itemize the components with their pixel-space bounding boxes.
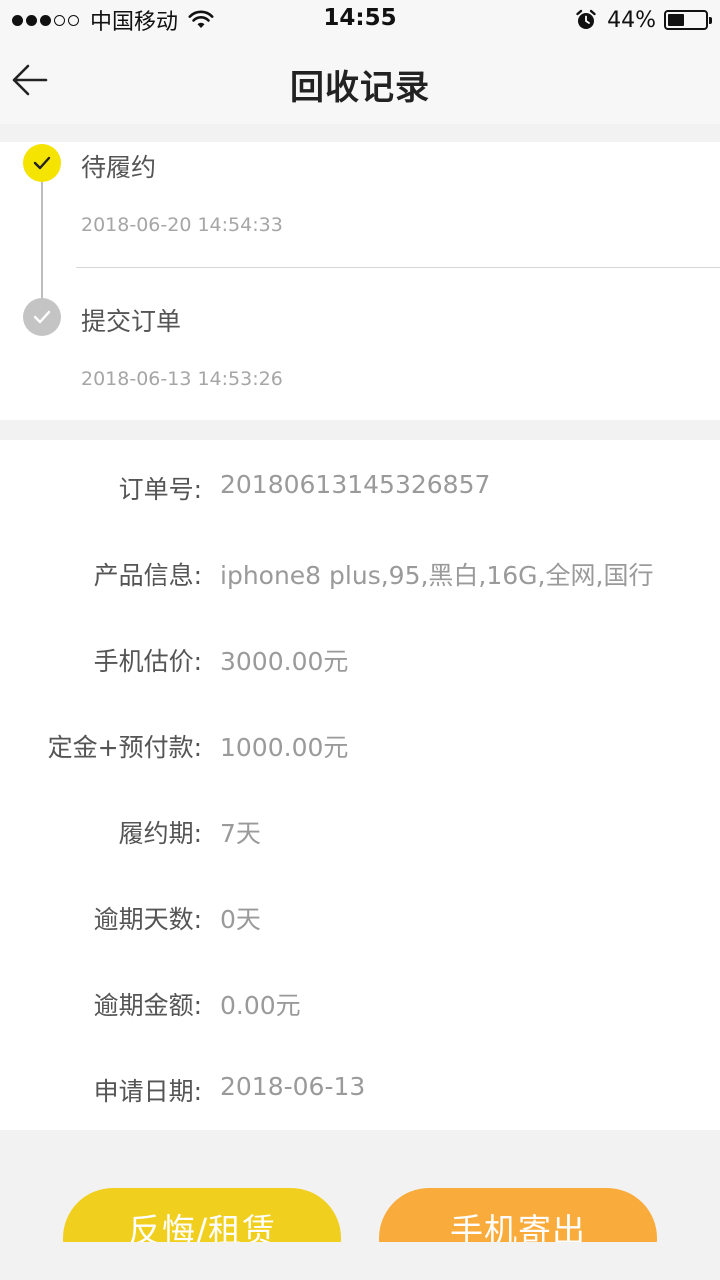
detail-row-valuation: 手机估价: 3000.00元 [0,628,720,688]
battery-percent: 44% [607,7,656,33]
detail-row-product-info: 产品信息: iphone8 plus,95,黑白,16G,全网,国行 [0,542,720,602]
nav-bar: 回收记录 [0,40,720,124]
battery-icon [664,10,712,30]
detail-value: 1000.00元 [220,733,349,762]
regret-lease-button[interactable]: 反悔/租赁 [63,1188,341,1242]
detail-row-period: 履约期: 7天 [0,800,720,860]
timeline-step-time: 2018-06-13 14:53:26 [81,368,283,390]
regret-lease-button-wrapper: 反悔/租赁 [63,1188,341,1242]
alarm-clock-icon [576,9,596,29]
detail-row-deposit: 定金+预付款: 1000.00元 [0,714,720,774]
detail-label: 逾期金额: [93,991,202,1020]
detail-value: 0天 [220,905,261,934]
detail-label: 逾期天数: [93,905,202,934]
detail-row-order-number: 订单号: 20180613145326857 [0,456,720,516]
check-icon [33,310,51,324]
battery-fill [668,14,684,26]
detail-label: 手机估价: [93,647,202,676]
send-phone-button-wrapper: 手机寄出 [379,1188,657,1242]
detail-label: 履约期: [118,819,202,848]
timeline-step-title: 待履约 [81,153,157,182]
action-bar: 反悔/租赁 手机寄出 [0,1130,720,1280]
detail-label: 订单号: [118,475,202,504]
status-bar: 中国移动 14:55 44% [0,0,720,40]
page-title: 回收记录 [290,68,430,108]
status-timeline: 待履约 2018-06-20 14:54:33 提交订单 2018-06-13 … [0,142,720,420]
detail-value: 2018-06-13 [220,1072,366,1101]
detail-label: 产品信息: [93,561,202,590]
timeline-step-time: 2018-06-20 14:54:33 [81,214,283,236]
detail-label: 定金+预付款: [47,733,202,762]
timeline-divider [76,267,720,268]
detail-value: 20180613145326857 [220,470,491,499]
timeline-step-done-marker [23,298,61,336]
check-icon [33,156,51,170]
detail-row-overdue-days: 逾期天数: 0天 [0,886,720,946]
detail-row-apply-date: 申请日期: 2018-06-13 [0,1058,720,1118]
detail-label: 申请日期: [93,1077,202,1106]
timeline-connector [41,166,43,312]
status-right: 44% [575,6,712,34]
detail-value: 0.00元 [220,991,301,1020]
detail-row-overdue-amount: 逾期金额: 0.00元 [0,972,720,1032]
timeline-step-active-marker [23,144,61,182]
timeline-step-title: 提交订单 [81,307,182,336]
send-phone-button[interactable]: 手机寄出 [379,1188,657,1242]
detail-value: 3000.00元 [220,647,349,676]
detail-value: iphone8 plus,95,黑白,16G,全网,国行 [220,561,654,590]
detail-value: 7天 [220,819,261,848]
order-details: 订单号: 20180613145326857 产品信息: iphone8 plu… [0,440,720,1130]
